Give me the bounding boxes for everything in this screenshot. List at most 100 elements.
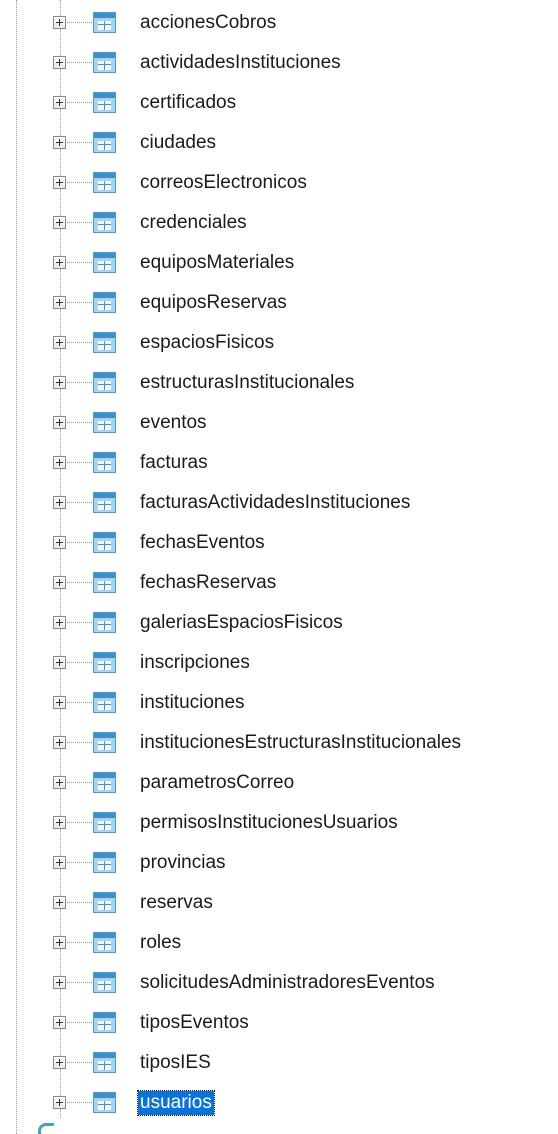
- expand-plus-icon[interactable]: [53, 456, 66, 469]
- tree-node-label[interactable]: tiposIES: [138, 1051, 213, 1075]
- tree-node-label[interactable]: provincias: [138, 851, 228, 875]
- expand-plus-icon[interactable]: [53, 736, 66, 749]
- expand-plus-icon[interactable]: [53, 656, 66, 669]
- tree-node-label[interactable]: equiposReservas: [138, 291, 289, 315]
- tree-node-facturas[interactable]: facturas: [0, 443, 558, 483]
- tree-node-label[interactable]: roles: [138, 931, 183, 955]
- tree-node-certificados[interactable]: certificados: [0, 83, 558, 123]
- expand-plus-icon[interactable]: [53, 416, 66, 429]
- tree-node-label[interactable]: permisosInstitucionesUsuarios: [138, 811, 400, 835]
- tree-node-label[interactable]: eventos: [138, 411, 209, 435]
- expand-plus-icon[interactable]: [53, 296, 66, 309]
- tree-node-tiposIES[interactable]: tiposIES: [0, 1043, 558, 1083]
- tree-node-correosElectronicos[interactable]: correosElectronicos: [0, 163, 558, 203]
- expand-plus-icon[interactable]: [53, 576, 66, 589]
- tree-node-label[interactable]: certificados: [138, 91, 238, 115]
- tree-branch-connector: [67, 102, 92, 103]
- table-icon: [93, 132, 116, 153]
- tree-node-ciudades[interactable]: ciudades: [0, 123, 558, 163]
- tree-branch-connector: [67, 582, 92, 583]
- expand-plus-icon[interactable]: [53, 1016, 66, 1029]
- tree-node-equiposMateriales[interactable]: equiposMateriales: [0, 243, 558, 283]
- database-tree-view[interactable]: accionesCobros actividadesInstituciones ce…: [0, 0, 558, 1134]
- tree-node-reservas[interactable]: reservas: [0, 883, 558, 923]
- table-icon: [93, 1092, 116, 1113]
- expand-plus-icon[interactable]: [53, 1096, 66, 1109]
- expand-plus-icon[interactable]: [53, 616, 66, 629]
- expand-plus-icon[interactable]: [53, 856, 66, 869]
- tree-node-permisosInstitucionesUsuarios[interactable]: permisosInstitucionesUsuarios: [0, 803, 558, 843]
- tree-node-galeriasEspaciosFisicos[interactable]: galeriasEspaciosFisicos: [0, 603, 558, 643]
- tree-node-parametrosCorreo[interactable]: parametrosCorreo: [0, 763, 558, 803]
- tree-node-label[interactable]: equiposMateriales: [138, 251, 296, 275]
- tree-node-provincias[interactable]: provincias: [0, 843, 558, 883]
- tree-node-label[interactable]: ciudades: [138, 131, 218, 155]
- tree-node-credenciales[interactable]: credenciales: [0, 203, 558, 243]
- tree-branch-connector: [67, 1062, 92, 1063]
- tree-node-institucionesEstructurasInstitucionales[interactable]: institucionesEstructurasInstitucionales: [0, 723, 558, 763]
- tree-node-label[interactable]: inscripciones: [138, 651, 252, 675]
- expand-plus-icon[interactable]: [53, 16, 66, 29]
- tree-branch-connector: [67, 262, 92, 263]
- expand-plus-icon[interactable]: [53, 536, 66, 549]
- tree-node-instituciones[interactable]: instituciones: [0, 683, 558, 723]
- expand-plus-icon[interactable]: [53, 376, 66, 389]
- tree-node-label[interactable]: credenciales: [138, 211, 249, 235]
- tree-node-label[interactable]: actividadesInstituciones: [138, 51, 343, 75]
- table-icon: [93, 532, 116, 553]
- expand-plus-icon[interactable]: [53, 56, 66, 69]
- tree-node-equiposReservas[interactable]: equiposReservas: [0, 283, 558, 323]
- expand-plus-icon[interactable]: [53, 216, 66, 229]
- tree-node-actividadesInstituciones[interactable]: actividadesInstituciones: [0, 43, 558, 83]
- tree-node-label[interactable]: facturasActividadesInstituciones: [138, 491, 412, 515]
- expand-plus-icon[interactable]: [53, 896, 66, 909]
- tree-branch-connector: [67, 302, 92, 303]
- tree-branch-connector: [67, 542, 92, 543]
- tree-branch-connector: [67, 1102, 92, 1103]
- tree-node-fechasEventos[interactable]: fechasEventos: [0, 523, 558, 563]
- tree-node-usuarios[interactable]: usuarios: [0, 1083, 558, 1123]
- expand-plus-icon[interactable]: [53, 936, 66, 949]
- tree-node-label[interactable]: facturas: [138, 451, 210, 475]
- tree-node-label[interactable]: solicitudesAdministradoresEventos: [138, 971, 437, 995]
- tree-node-label[interactable]: tiposEventos: [138, 1011, 251, 1035]
- tree-node-label[interactable]: estructurasInstitucionales: [138, 371, 356, 395]
- expand-plus-icon[interactable]: [53, 256, 66, 269]
- tree-node-label[interactable]: accionesCobros: [138, 11, 278, 35]
- tree-node-label[interactable]: espaciosFisicos: [138, 331, 276, 355]
- tree-node-accionesCobros[interactable]: accionesCobros: [0, 3, 558, 43]
- expand-plus-icon[interactable]: [53, 176, 66, 189]
- tree-node-label[interactable]: institucionesEstructurasInstitucionales: [138, 731, 463, 755]
- expand-plus-icon[interactable]: [53, 336, 66, 349]
- tree-node-eventos[interactable]: eventos: [0, 403, 558, 443]
- tree-node-label[interactable]: usuarios: [137, 1090, 215, 1116]
- tree-branch-connector: [67, 662, 92, 663]
- tree-node-espaciosFisicos[interactable]: espaciosFisicos: [0, 323, 558, 363]
- tree-node-inscripciones[interactable]: inscripciones: [0, 643, 558, 683]
- expand-plus-icon[interactable]: [53, 976, 66, 989]
- tree-node-fechasReservas[interactable]: fechasReservas: [0, 563, 558, 603]
- table-icon: [93, 212, 116, 233]
- tree-node-estructurasInstitucionales[interactable]: estructurasInstitucionales: [0, 363, 558, 403]
- tree-branch-connector: [67, 742, 92, 743]
- tree-node-solicitudesAdministradoresEventos[interactable]: solicitudesAdministradoresEventos: [0, 963, 558, 1003]
- tree-node-label[interactable]: parametrosCorreo: [138, 771, 296, 795]
- tree-node-label[interactable]: correosElectronicos: [138, 171, 309, 195]
- tree-node-label[interactable]: fechasEventos: [138, 531, 267, 555]
- expand-plus-icon[interactable]: [53, 816, 66, 829]
- expand-plus-icon[interactable]: [53, 136, 66, 149]
- tree-node-label[interactable]: instituciones: [138, 691, 247, 715]
- tree-node-label[interactable]: galeriasEspaciosFisicos: [138, 611, 345, 635]
- tree-node-roles[interactable]: roles: [0, 923, 558, 963]
- table-icon: [93, 692, 116, 713]
- tree-node-facturasActividadesInstituciones[interactable]: facturasActividadesInstituciones: [0, 483, 558, 523]
- tree-node-tiposEventos[interactable]: tiposEventos: [0, 1003, 558, 1043]
- table-icon: [93, 332, 116, 353]
- expand-plus-icon[interactable]: [53, 1056, 66, 1069]
- tree-node-label[interactable]: fechasReservas: [138, 571, 278, 595]
- expand-plus-icon[interactable]: [53, 96, 66, 109]
- expand-plus-icon[interactable]: [53, 776, 66, 789]
- tree-node-label[interactable]: reservas: [138, 891, 215, 915]
- expand-plus-icon[interactable]: [53, 696, 66, 709]
- expand-plus-icon[interactable]: [53, 496, 66, 509]
